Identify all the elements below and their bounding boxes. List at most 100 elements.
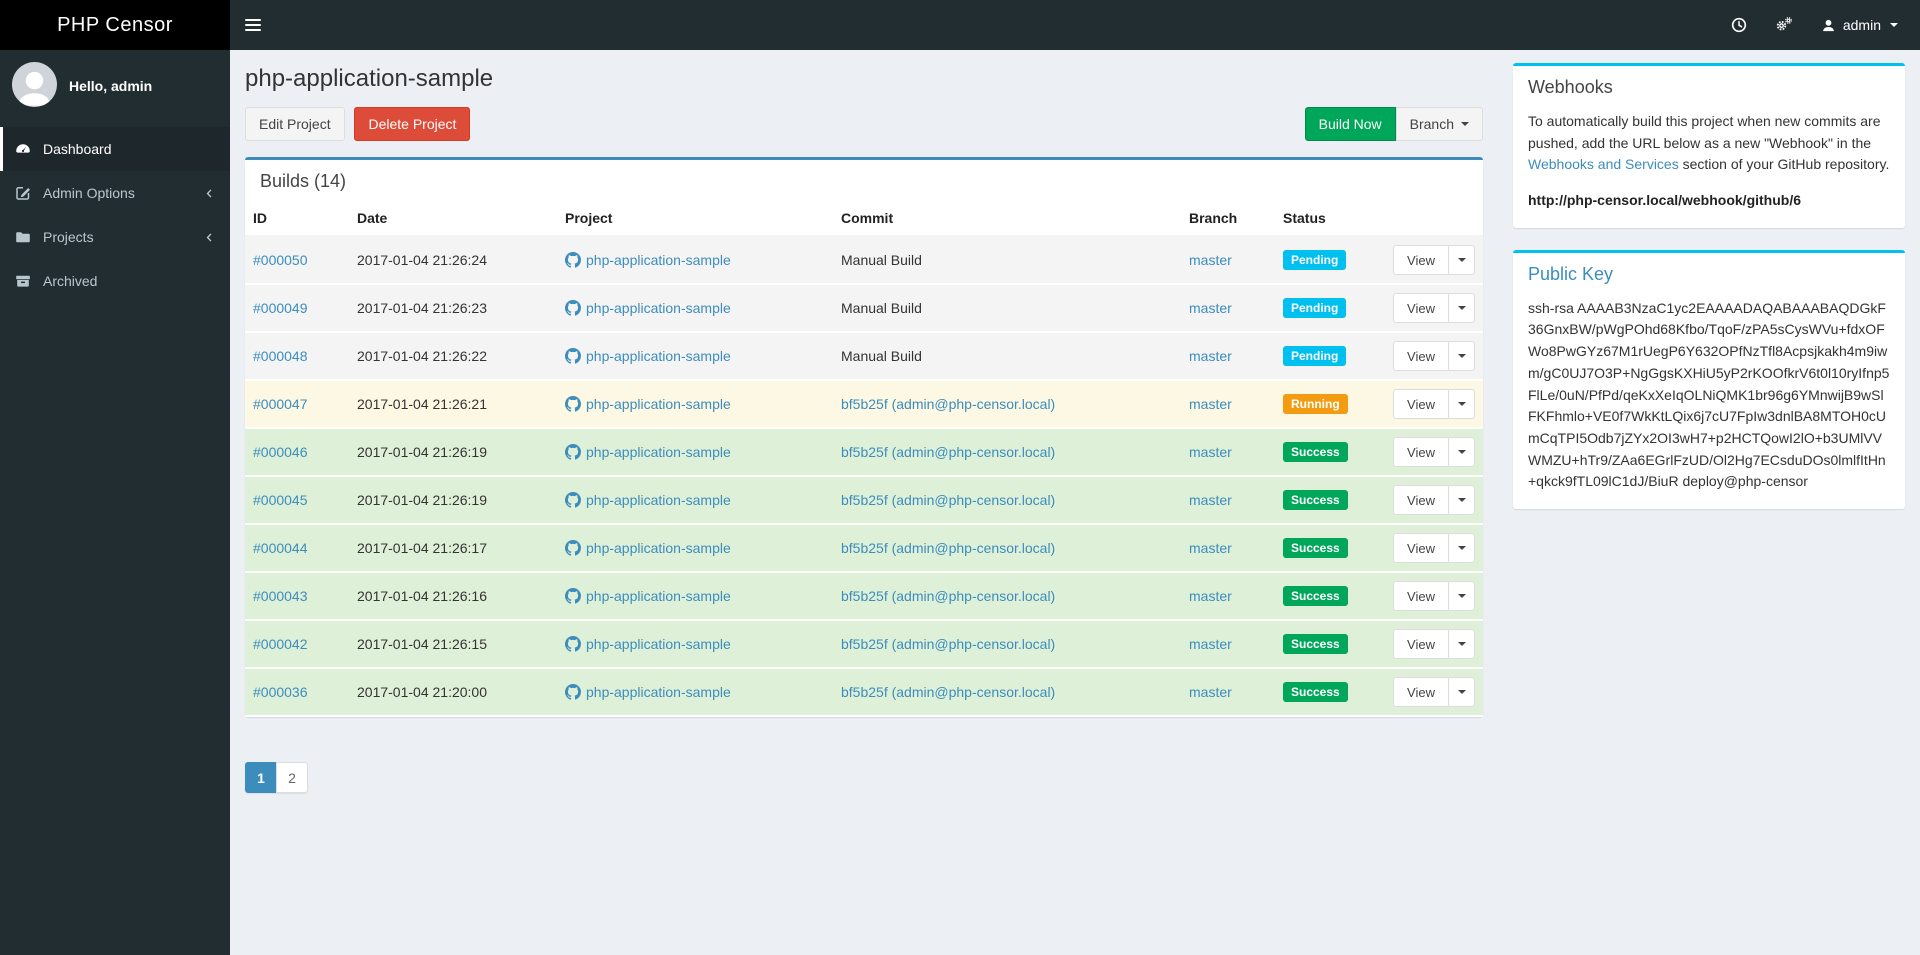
sidebar-item-label: Archived <box>43 273 98 289</box>
build-id-link[interactable]: #000045 <box>253 492 308 508</box>
delete-project-button[interactable]: Delete Project <box>354 107 471 141</box>
webhooks-body: To automatically build this project when… <box>1513 107 1905 228</box>
view-button[interactable]: View <box>1393 293 1449 323</box>
view-dropdown-button[interactable] <box>1449 485 1475 515</box>
branch-link[interactable]: master <box>1189 348 1232 364</box>
caret-down-icon <box>1457 450 1466 454</box>
branch-link[interactable]: master <box>1189 444 1232 460</box>
branch-link[interactable]: master <box>1189 300 1232 316</box>
view-button[interactable]: View <box>1393 341 1449 371</box>
view-dropdown-button[interactable] <box>1449 437 1475 467</box>
branch-link[interactable]: master <box>1189 396 1232 412</box>
sidebar-item-archived[interactable]: Archived <box>0 259 230 303</box>
user-menu[interactable]: admin <box>1807 0 1912 50</box>
build-id-link[interactable]: #000049 <box>253 300 308 316</box>
build-commit[interactable]: bf5b25f (admin@php-censor.local) <box>841 636 1055 652</box>
branch-link[interactable]: master <box>1189 636 1232 652</box>
settings-button[interactable] <box>1761 0 1807 50</box>
build-commit[interactable]: bf5b25f (admin@php-censor.local) <box>841 588 1055 604</box>
sidebar-item-admin-options[interactable]: Admin Options <box>0 171 230 215</box>
build-commit[interactable]: bf5b25f (admin@php-censor.local) <box>841 396 1055 412</box>
edit-icon <box>15 185 43 201</box>
project-link[interactable]: php-application-sample <box>586 636 731 652</box>
status-badge: Success <box>1283 634 1348 654</box>
branch-link[interactable]: master <box>1189 540 1232 556</box>
build-commit[interactable]: bf5b25f (admin@php-censor.local) <box>841 492 1055 508</box>
status-badge: Pending <box>1283 298 1347 318</box>
view-button[interactable]: View <box>1393 245 1449 275</box>
build-id-link[interactable]: #000043 <box>253 588 308 604</box>
build-id-link[interactable]: #000050 <box>253 252 308 268</box>
table-row: #000046 2017-01-04 21:26:19 php-applicat… <box>245 428 1483 477</box>
project-link[interactable]: php-application-sample <box>586 252 731 268</box>
column-header: ID <box>245 201 349 237</box>
project-link[interactable]: php-application-sample <box>586 348 731 364</box>
view-button[interactable]: View <box>1393 533 1449 563</box>
project-link[interactable]: php-application-sample <box>586 444 731 460</box>
build-id-link[interactable]: #000042 <box>253 636 308 652</box>
build-queue-button[interactable] <box>1717 0 1761 50</box>
view-button[interactable]: View <box>1393 629 1449 659</box>
folder-icon <box>15 229 43 245</box>
branch-link[interactable]: master <box>1189 588 1232 604</box>
sidebar-item-projects[interactable]: Projects <box>0 215 230 259</box>
build-date: 2017-01-04 21:26:23 <box>349 284 557 333</box>
project-link[interactable]: php-application-sample <box>586 492 731 508</box>
view-button[interactable]: View <box>1393 677 1449 707</box>
caret-down-icon <box>1457 546 1466 550</box>
build-id-link[interactable]: #000044 <box>253 540 308 556</box>
sidebar-item-dashboard[interactable]: Dashboard <box>0 127 230 171</box>
column-header: Project <box>557 201 833 237</box>
build-date: 2017-01-04 21:26:17 <box>349 524 557 573</box>
project-link[interactable]: php-application-sample <box>586 588 731 604</box>
pagination-page-1[interactable]: 1 <box>245 762 277 793</box>
view-dropdown-button[interactable] <box>1449 581 1475 611</box>
status-badge: Success <box>1283 442 1348 462</box>
app-logo[interactable]: PHP Censor <box>0 0 230 50</box>
project-link[interactable]: php-application-sample <box>586 540 731 556</box>
public-key-title[interactable]: Public Key <box>1528 264 1613 284</box>
view-button-group: View <box>1393 629 1475 659</box>
sidebar-toggle-button[interactable] <box>230 0 275 50</box>
branch-link[interactable]: master <box>1189 492 1232 508</box>
status-badge: Success <box>1283 490 1348 510</box>
view-dropdown-button[interactable] <box>1449 389 1475 419</box>
view-dropdown-button[interactable] <box>1449 245 1475 275</box>
view-dropdown-button[interactable] <box>1449 677 1475 707</box>
public-key-text: ssh-rsa AAAAB3NzaC1yc2EAAAADAQABAAABAQDG… <box>1528 299 1890 490</box>
table-row: #000042 2017-01-04 21:26:15 php-applicat… <box>245 620 1483 669</box>
project-link[interactable]: php-application-sample <box>586 300 731 316</box>
view-button[interactable]: View <box>1393 581 1449 611</box>
webhooks-services-link[interactable]: Webhooks and Services <box>1528 156 1679 172</box>
github-icon <box>565 588 581 604</box>
build-date: 2017-01-04 21:26:21 <box>349 380 557 429</box>
build-date: 2017-01-04 21:26:15 <box>349 620 557 669</box>
edit-project-button[interactable]: Edit Project <box>245 107 345 141</box>
table-row: #000048 2017-01-04 21:26:22 php-applicat… <box>245 332 1483 381</box>
project-link[interactable]: php-application-sample <box>586 396 731 412</box>
view-button[interactable]: View <box>1393 389 1449 419</box>
branch-dropdown-button[interactable]: Branch <box>1395 107 1483 141</box>
build-id-link[interactable]: #000036 <box>253 684 308 700</box>
build-id-link[interactable]: #000046 <box>253 444 308 460</box>
build-commit[interactable]: bf5b25f (admin@php-censor.local) <box>841 684 1055 700</box>
view-dropdown-button[interactable] <box>1449 341 1475 371</box>
view-dropdown-button[interactable] <box>1449 533 1475 563</box>
build-id-link[interactable]: #000047 <box>253 396 308 412</box>
status-badge: Running <box>1283 394 1348 414</box>
view-dropdown-button[interactable] <box>1449 629 1475 659</box>
project-link[interactable]: php-application-sample <box>586 684 731 700</box>
view-dropdown-button[interactable] <box>1449 293 1475 323</box>
pagination-page-2[interactable]: 2 <box>276 762 308 793</box>
build-commit: Manual Build <box>841 348 922 364</box>
sidebar: Hello, admin Dashboard Admin Options Pro… <box>0 50 230 955</box>
navbar-right: admin <box>1717 0 1920 50</box>
branch-link[interactable]: master <box>1189 684 1232 700</box>
build-commit[interactable]: bf5b25f (admin@php-censor.local) <box>841 540 1055 556</box>
view-button[interactable]: View <box>1393 437 1449 467</box>
view-button[interactable]: View <box>1393 485 1449 515</box>
build-commit[interactable]: bf5b25f (admin@php-censor.local) <box>841 444 1055 460</box>
build-id-link[interactable]: #000048 <box>253 348 308 364</box>
build-now-button[interactable]: Build Now <box>1304 107 1396 141</box>
branch-link[interactable]: master <box>1189 252 1232 268</box>
